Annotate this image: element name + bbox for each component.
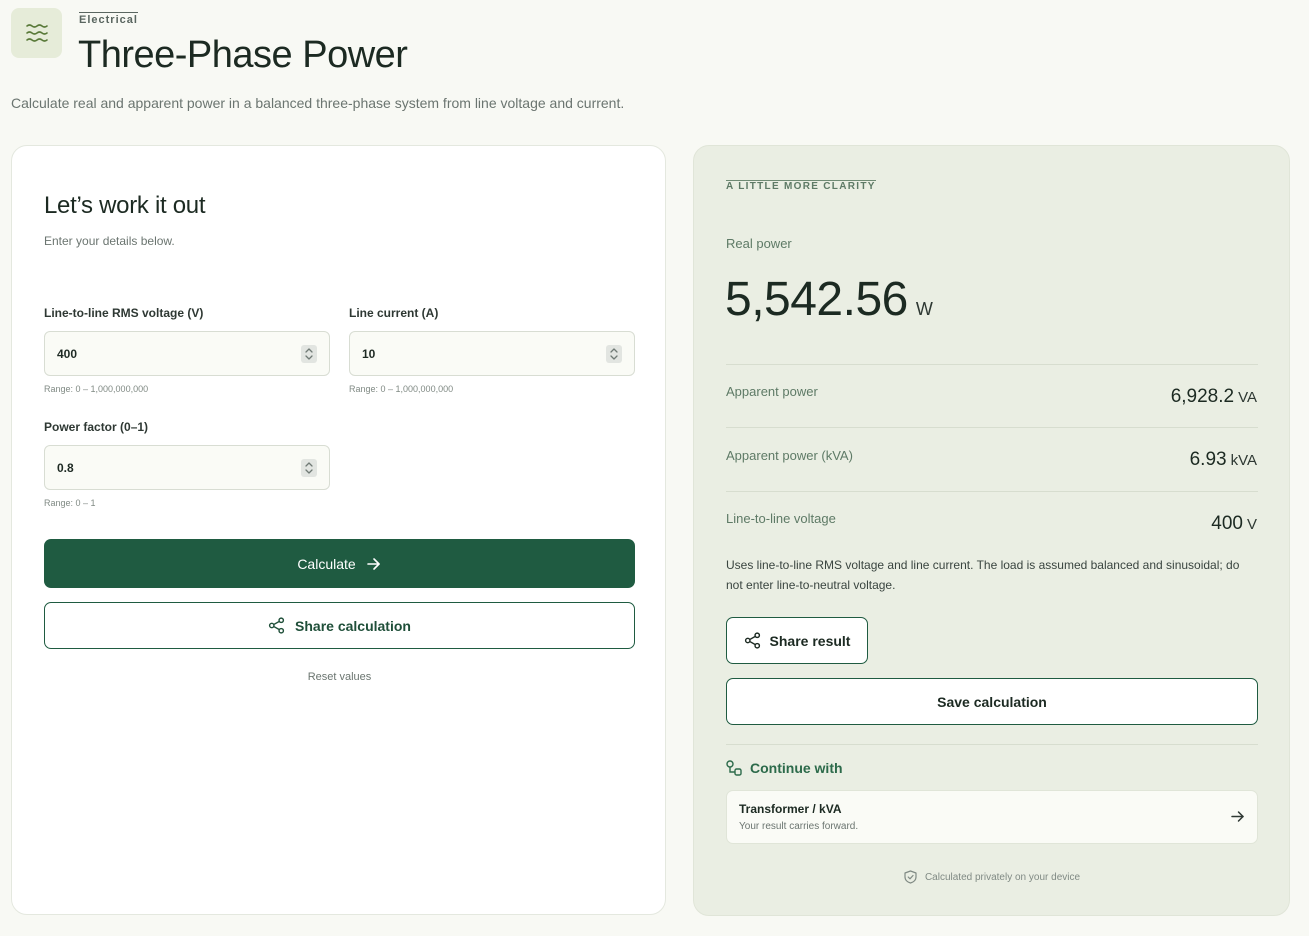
calculate-label: Calculate [297,555,356,572]
current-value: 10 [362,346,376,361]
continue-item-subtitle: Your result carries forward. [739,821,859,832]
apparent-power-value: 6,928.2 VA [1171,386,1257,408]
power-factor-stepper[interactable] [301,458,317,477]
line-voltage-label: Line-to-line voltage [726,511,836,526]
divider [726,491,1258,492]
page-title: Three-Phase Power [78,34,408,76]
category-label: Electrical [79,12,138,26]
current-label: Line current (A) [349,306,439,320]
apparent-power-label: Apparent power [726,384,818,399]
page-description: Calculate real and apparent power in a b… [11,95,625,111]
shield-check-icon [904,870,917,884]
apparent-power-number: 6,928.2 [1170,386,1235,407]
results-eyebrow: A LITTLE MORE CLARITY [726,180,876,192]
share-result-label: Share result [769,632,851,649]
calculate-button[interactable]: Calculate [44,539,635,588]
arrow-right-icon [1231,811,1244,822]
voltage-value: 400 [57,346,78,361]
waves-icon [11,8,62,58]
power-factor-input[interactable]: 0.8 [44,445,330,490]
share-calculation-label: Share calculation [295,617,411,634]
divider [726,427,1258,428]
save-calculation-button[interactable]: Save calculation [726,678,1258,725]
line-voltage-number: 400 [1211,513,1243,534]
results-card: A LITTLE MORE CLARITY Real power 5,542.5… [693,145,1290,916]
share-calculation-button[interactable]: Share calculation [44,602,635,649]
real-power-label: Real power [726,236,792,251]
reset-values-link[interactable]: Reset values [44,671,635,683]
current-input[interactable]: 10 [349,331,635,376]
real-power-unit: W [915,299,933,319]
link-nodes-icon [726,760,742,776]
calculator-form-card: Let’s work it out Enter your details bel… [11,145,666,915]
voltage-label: Line-to-line RMS voltage (V) [44,306,204,320]
privacy-note: Calculated privately on your device [726,870,1258,884]
privacy-label: Calculated privately on your device [924,871,1081,883]
line-voltage-value: 400 V [1211,513,1257,535]
form-subtitle: Enter your details below. [44,234,175,248]
share-result-button[interactable]: Share result [726,617,868,664]
continue-item-transformer[interactable]: Transformer / kVA Your result carries fo… [726,790,1258,844]
apparent-power-kva-unit: kVA [1230,452,1257,469]
power-factor-range: Range: 0 – 1 [44,498,96,508]
divider [726,364,1258,365]
continue-with-heading: Continue with [726,760,843,776]
share-icon [268,617,285,634]
voltage-stepper[interactable] [301,344,317,363]
power-factor-label: Power factor (0–1) [44,420,149,434]
apparent-power-unit: VA [1238,389,1257,406]
voltage-input[interactable]: 400 [44,331,330,376]
apparent-power-kva-label: Apparent power (kVA) [726,448,853,463]
calculation-note: Uses line-to-line RMS voltage and line c… [726,558,1240,592]
continue-item-title: Transformer / kVA [739,802,842,816]
arrow-right-icon [366,557,380,570]
voltage-range: Range: 0 – 1,000,000,000 [44,384,149,394]
form-title: Let’s work it out [44,192,206,219]
power-factor-value: 0.8 [57,460,74,475]
real-power-value: 5,542.56 W [725,272,933,327]
apparent-power-kva-value: 6.93 kVA [1190,449,1257,471]
apparent-power-kva-number: 6.93 [1189,449,1227,470]
real-power-number: 5,542.56 [725,273,908,326]
share-icon [744,632,760,649]
continue-with-label: Continue with [750,760,843,776]
current-stepper[interactable] [606,344,622,363]
current-range: Range: 0 – 1,000,000,000 [349,384,454,394]
line-voltage-unit: V [1246,516,1257,533]
divider [726,744,1258,745]
